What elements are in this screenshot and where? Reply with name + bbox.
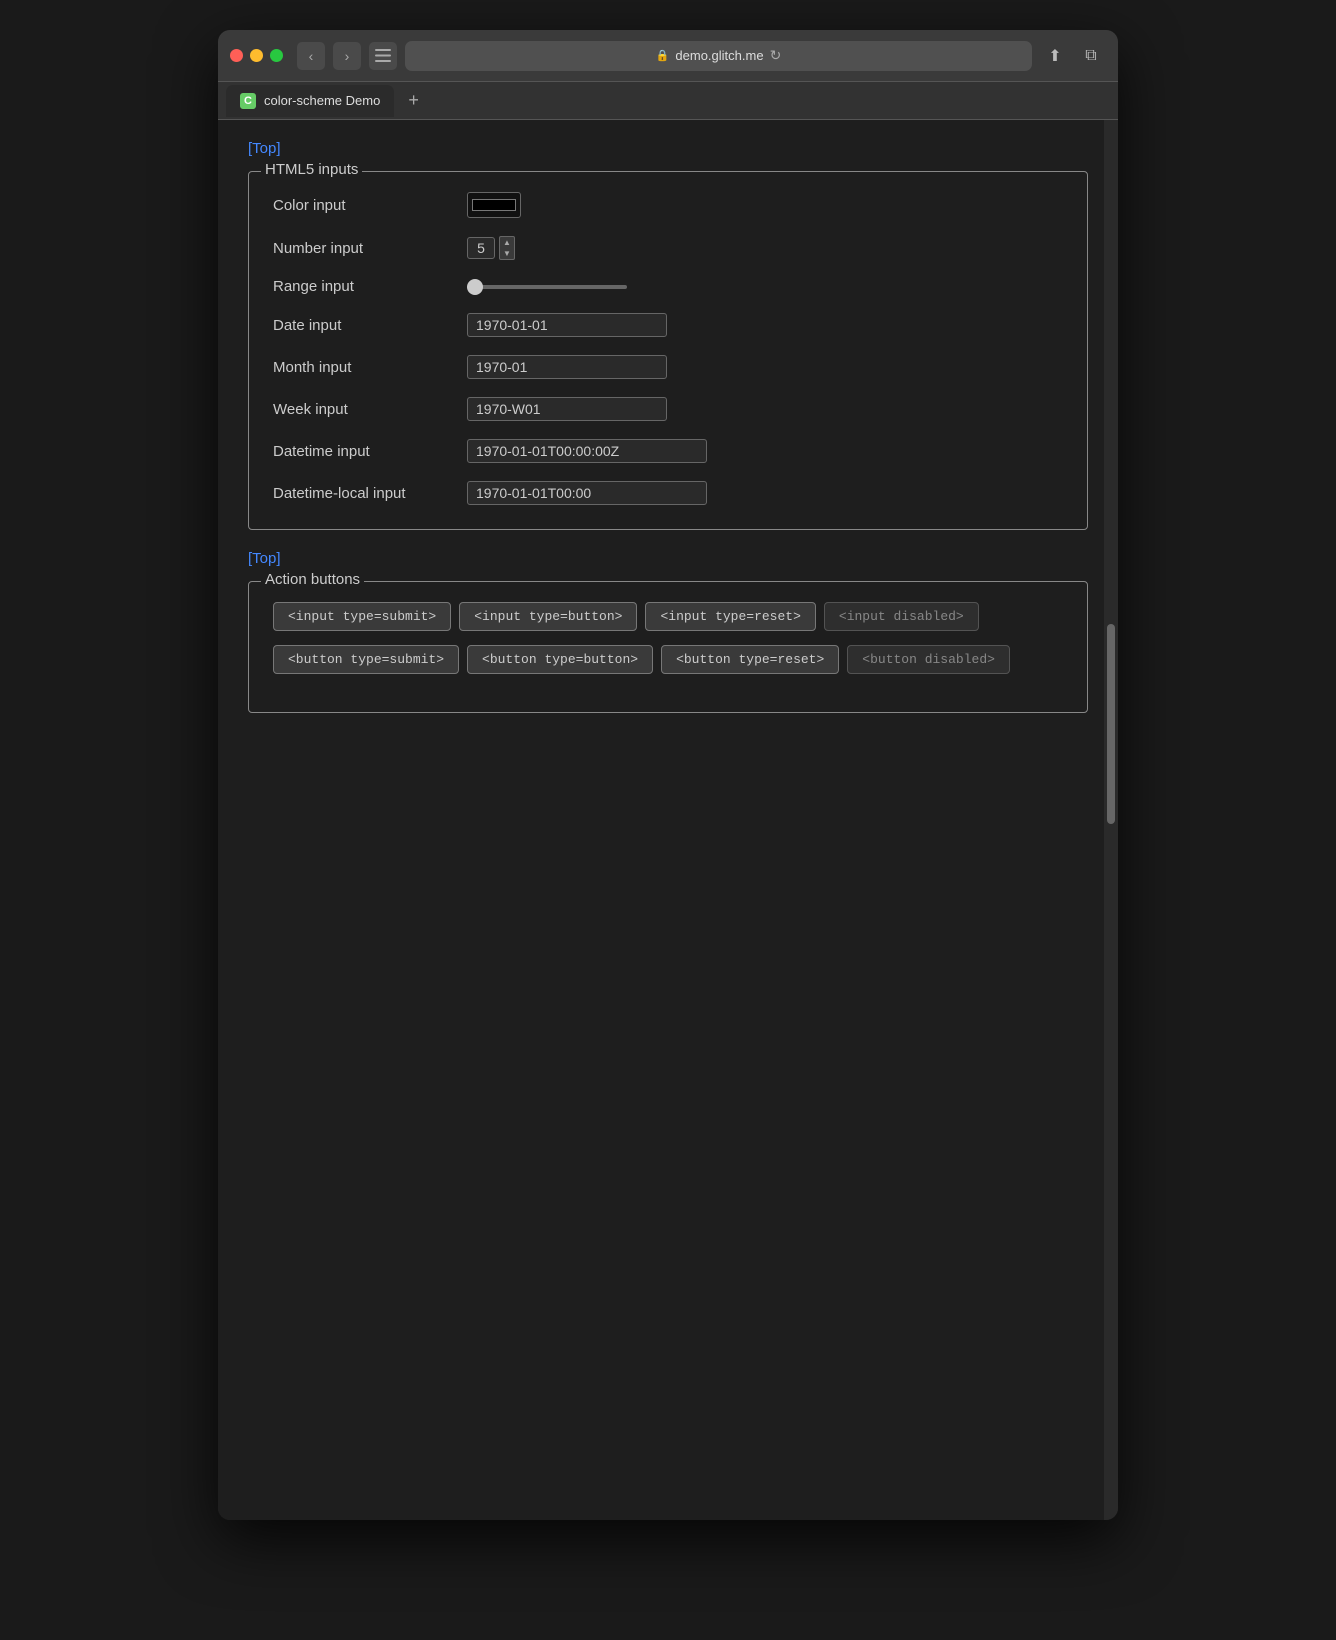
top-link-1[interactable]: [Top] — [248, 140, 281, 157]
color-input-row: Color input — [273, 192, 1063, 218]
range-input-row: Range input — [273, 278, 1063, 295]
input-disabled-button — [824, 602, 979, 631]
url-text: demo.glitch.me — [675, 48, 763, 63]
button-submit-button[interactable]: <button type=submit> — [273, 645, 459, 674]
tab-bar: C color-scheme Demo + — [218, 82, 1118, 120]
share-button[interactable]: ⬆ — [1040, 42, 1070, 70]
lock-icon: 🔒 — [656, 49, 670, 62]
month-input-row: Month input — [273, 355, 1063, 379]
address-bar[interactable]: 🔒 demo.glitch.me ↻ — [405, 41, 1032, 71]
color-input[interactable] — [467, 192, 521, 218]
datetime-local-label: Datetime-local input — [273, 485, 453, 502]
datetime-label: Datetime input — [273, 443, 453, 460]
date-input-row: Date input — [273, 313, 1063, 337]
range-label: Range input — [273, 278, 453, 295]
spinner-down[interactable]: ▼ — [500, 248, 514, 259]
input-button-button[interactable] — [459, 602, 637, 631]
button-button-button[interactable]: <button type=button> — [467, 645, 653, 674]
forward-button[interactable]: › — [333, 42, 361, 70]
color-label: Color input — [273, 197, 453, 214]
close-button[interactable] — [230, 49, 243, 62]
action-buttons-section: Action buttons <button type=submit> <but… — [248, 581, 1088, 713]
sidebar-button[interactable] — [369, 42, 397, 70]
html5-legend: HTML5 inputs — [261, 161, 362, 178]
button-elements-group: <button type=submit> <button type=button… — [273, 645, 1063, 674]
week-label: Week input — [273, 401, 453, 418]
button-disabled-button: <button disabled> — [847, 645, 1010, 674]
traffic-lights — [230, 49, 283, 62]
week-input-row: Week input — [273, 397, 1063, 421]
month-input[interactable] — [467, 355, 667, 379]
back-button[interactable]: ‹ — [297, 42, 325, 70]
tabs-button[interactable]: ⧉ — [1076, 42, 1106, 70]
number-input-row: Number input 5 ▲ ▼ — [273, 236, 1063, 260]
spinner-up[interactable]: ▲ — [500, 237, 514, 248]
date-input[interactable] — [467, 313, 667, 337]
title-bar: ‹ › 🔒 demo.glitch.me ↻ ⬆ ⧉ — [218, 30, 1118, 82]
minimize-button[interactable] — [250, 49, 263, 62]
input-submit-button[interactable] — [273, 602, 451, 631]
top-link-2[interactable]: [Top] — [248, 550, 281, 567]
input-buttons-group — [273, 602, 1063, 631]
new-tab-button[interactable]: + — [402, 90, 425, 111]
number-spinner[interactable]: ▲ ▼ — [499, 236, 515, 260]
number-label: Number input — [273, 240, 453, 257]
week-input[interactable] — [467, 397, 667, 421]
tab-title: color-scheme Demo — [264, 93, 380, 108]
month-label: Month input — [273, 359, 453, 376]
input-reset-button[interactable] — [645, 602, 815, 631]
datetime-local-input-row: Datetime-local input — [273, 481, 1063, 505]
maximize-button[interactable] — [270, 49, 283, 62]
number-value: 5 — [467, 237, 495, 259]
button-reset-button[interactable]: <button type=reset> — [661, 645, 839, 674]
number-input-wrapper: 5 ▲ ▼ — [467, 236, 515, 260]
scrollbar-track — [1104, 120, 1118, 1520]
action-legend: Action buttons — [261, 571, 364, 588]
browser-action-buttons: ⬆ ⧉ — [1040, 42, 1106, 70]
scrollbar-thumb[interactable] — [1107, 624, 1115, 824]
datetime-input-row: Datetime input — [273, 439, 1063, 463]
page-content: [Top] HTML5 inputs Color input Number in… — [218, 120, 1118, 1520]
html5-inputs-section: HTML5 inputs Color input Number input 5 … — [248, 171, 1088, 530]
tab-favicon: C — [240, 93, 256, 109]
page-wrapper: [Top] HTML5 inputs Color input Number in… — [218, 120, 1118, 1520]
datetime-input[interactable] — [467, 439, 707, 463]
active-tab[interactable]: C color-scheme Demo — [226, 85, 394, 117]
date-label: Date input — [273, 317, 453, 334]
range-input[interactable] — [467, 285, 627, 289]
datetime-local-input[interactable] — [467, 481, 707, 505]
reload-icon: ↻ — [770, 47, 782, 64]
